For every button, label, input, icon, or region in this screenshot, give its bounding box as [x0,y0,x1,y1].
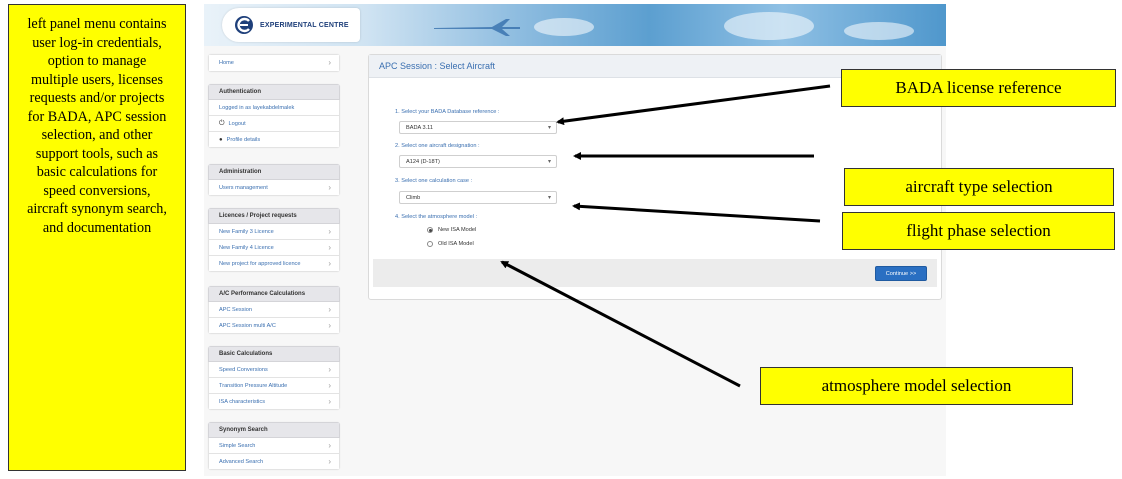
flight-phase-callout: flight phase selection [842,212,1115,250]
bada-license-callout: BADA license reference [841,69,1116,107]
arrow-atmosphere [500,260,741,388]
arrow-phase [572,202,821,223]
aircraft-type-callout: aircraft type selection [844,168,1114,206]
bada-license-callout-text: BADA license reference [895,78,1062,97]
arrow-bada [556,84,831,126]
atmosphere-model-callout: atmosphere model selection [760,367,1073,405]
aircraft-type-callout-text: aircraft type selection [905,177,1053,196]
flight-phase-callout-text: flight phase selection [906,221,1051,240]
atmosphere-model-callout-text: atmosphere model selection [821,376,1012,395]
